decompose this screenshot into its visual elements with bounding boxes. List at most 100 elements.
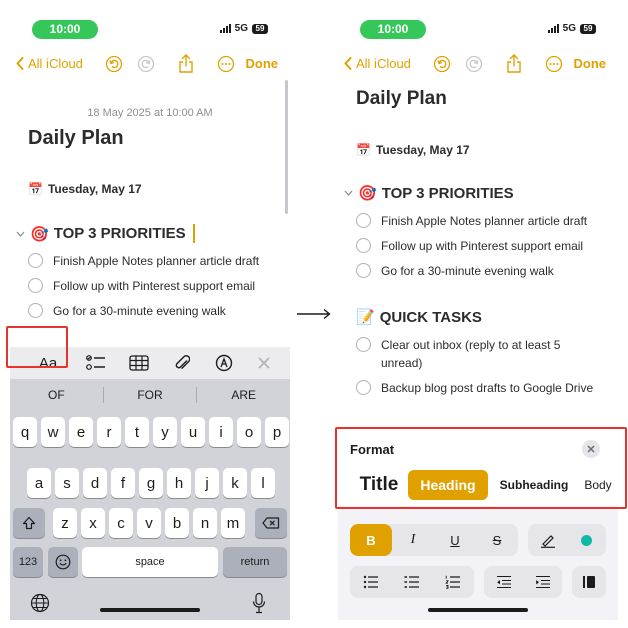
key-b[interactable]: b — [165, 508, 189, 538]
day-line[interactable]: 📅 Tuesday, May 17 — [356, 143, 470, 157]
key-e[interactable]: e — [69, 417, 93, 447]
suggestion[interactable]: OF — [10, 379, 103, 411]
scrollbar[interactable] — [285, 80, 288, 214]
key-r[interactable]: r — [97, 417, 121, 447]
shift-key[interactable] — [13, 508, 45, 538]
checklist-item[interactable]: Follow up with Pinterest support email — [356, 237, 583, 255]
checklist-item[interactable]: Clear out inbox (reply to at least 5 unr… — [356, 336, 596, 372]
globe-key[interactable] — [30, 593, 50, 618]
suggestion[interactable]: ARE — [197, 379, 290, 411]
key-y[interactable]: y — [153, 417, 177, 447]
key-u[interactable]: u — [181, 417, 205, 447]
share-button[interactable] — [176, 54, 196, 74]
key-l[interactable]: l — [251, 468, 275, 498]
priorities-heading[interactable]: 🎯 TOP 3 PRIORITIES — [344, 184, 514, 202]
checkbox[interactable] — [356, 380, 371, 395]
key-q[interactable]: q — [13, 417, 37, 447]
checkbox[interactable] — [28, 278, 43, 293]
outdent-button[interactable] — [484, 566, 523, 598]
key-a[interactable]: a — [27, 468, 51, 498]
close-keyboard-button[interactable] — [250, 347, 278, 379]
table-button[interactable] — [125, 347, 153, 379]
numbered-list-button[interactable] — [433, 566, 474, 598]
format-button-highlight — [6, 326, 68, 368]
checklist-item[interactable]: Go for a 30-minute evening walk — [356, 262, 554, 280]
italic-button[interactable]: I — [392, 524, 434, 556]
key-c[interactable]: c — [109, 508, 133, 538]
key-g[interactable]: g — [139, 468, 163, 498]
key-f[interactable]: f — [111, 468, 135, 498]
key-v[interactable]: v — [137, 508, 161, 538]
numbers-key[interactable]: 123 — [13, 547, 43, 577]
key-d[interactable]: d — [83, 468, 107, 498]
checklist-item[interactable]: Follow up with Pinterest support email — [28, 277, 255, 295]
more-button[interactable] — [216, 54, 236, 74]
key-h[interactable]: h — [167, 468, 191, 498]
checklist-button[interactable] — [82, 347, 110, 379]
strikethrough-button[interactable]: S — [476, 524, 518, 556]
globe-icon — [30, 593, 50, 613]
indent-button[interactable] — [523, 566, 562, 598]
delete-key[interactable] — [255, 508, 287, 538]
tasks-heading[interactable]: 📝 QUICK TASKS — [356, 308, 482, 327]
bulleted-list-button[interactable] — [350, 566, 391, 598]
checkbox[interactable] — [356, 337, 371, 352]
checkbox[interactable] — [356, 238, 371, 253]
highlight-button[interactable] — [528, 524, 567, 556]
attachment-button[interactable] — [168, 347, 196, 379]
network-type: 5G — [234, 23, 248, 34]
key-k[interactable]: k — [223, 468, 247, 498]
redo-button[interactable] — [136, 54, 156, 74]
bold-button[interactable]: B — [350, 524, 392, 556]
chevron-down-icon — [344, 190, 353, 196]
key-s[interactable]: s — [55, 468, 79, 498]
undo-icon — [105, 55, 123, 73]
redo-button[interactable] — [464, 54, 484, 74]
keyboard: OF FOR ARE q w e r t y u i o p a s d f g… — [10, 379, 290, 620]
checkbox[interactable] — [356, 263, 371, 278]
checklist-item[interactable]: Go for a 30-minute evening walk — [28, 302, 226, 320]
more-button[interactable] — [544, 54, 564, 74]
emoji-key[interactable] — [48, 547, 78, 577]
back-button[interactable]: All iCloud — [344, 56, 411, 71]
day-line[interactable]: 📅 Tuesday, May 17 — [28, 182, 142, 196]
block-quote-button[interactable] — [572, 566, 606, 598]
emoji-icon — [55, 554, 71, 570]
key-w[interactable]: w — [41, 417, 65, 447]
suggestion[interactable]: FOR — [104, 379, 197, 411]
text-color-button[interactable] — [567, 524, 606, 556]
markup-button[interactable] — [210, 347, 238, 379]
key-i[interactable]: i — [209, 417, 233, 447]
done-button[interactable]: Done — [246, 56, 279, 71]
checkbox[interactable] — [28, 303, 43, 318]
space-key[interactable]: space — [82, 547, 218, 577]
checklist-item[interactable]: Backup blog post drafts to Google Drive — [356, 379, 596, 397]
checkbox[interactable] — [28, 253, 43, 268]
priorities-heading[interactable]: 🎯 TOP 3 PRIORITIES — [16, 224, 195, 243]
text-cursor — [192, 224, 195, 243]
note-title[interactable]: Daily Plan — [356, 88, 447, 110]
underline-button[interactable]: U — [434, 524, 476, 556]
checklist-item[interactable]: Finish Apple Notes planner article draft — [356, 212, 587, 230]
dashed-list-button[interactable] — [391, 566, 432, 598]
note-title[interactable]: Daily Plan — [28, 127, 124, 150]
return-key[interactable]: return — [223, 547, 287, 577]
key-m[interactable]: m — [221, 508, 245, 538]
done-button[interactable]: Done — [574, 56, 607, 71]
key-j[interactable]: j — [195, 468, 219, 498]
undo-button[interactable] — [432, 54, 452, 74]
checklist-item[interactable]: Finish Apple Notes planner article draft — [28, 252, 259, 270]
checklist-text: Go for a 30-minute evening walk — [53, 304, 226, 318]
highlighter-icon — [540, 535, 555, 548]
key-n[interactable]: n — [193, 508, 217, 538]
key-t[interactable]: t — [125, 417, 149, 447]
checkbox[interactable] — [356, 213, 371, 228]
key-x[interactable]: x — [81, 508, 105, 538]
key-o[interactable]: o — [237, 417, 261, 447]
back-button[interactable]: All iCloud — [16, 56, 83, 71]
dictation-key[interactable] — [252, 592, 266, 619]
undo-button[interactable] — [104, 54, 124, 74]
key-z[interactable]: z — [53, 508, 77, 538]
key-p[interactable]: p — [265, 417, 289, 447]
share-button[interactable] — [504, 54, 524, 74]
